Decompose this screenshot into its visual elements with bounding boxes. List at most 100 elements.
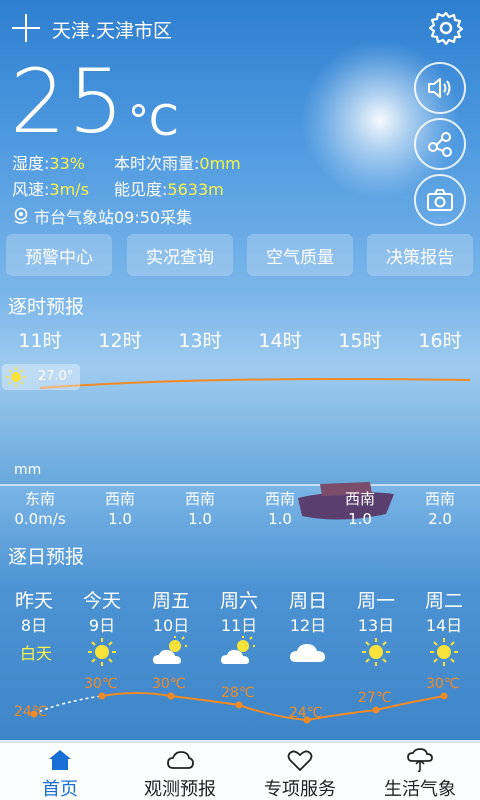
day-name: 昨天 — [14, 590, 53, 612]
wind-speed: 1.0 — [348, 510, 372, 528]
air-quality-button[interactable]: 空气质量 — [247, 234, 353, 276]
decision-report-button[interactable]: 决策报告 — [367, 234, 473, 276]
day-date: 10日 — [152, 616, 190, 635]
speaker-icon — [428, 78, 451, 98]
day-name: 周二 — [424, 590, 463, 612]
day-temp-label: 30℃ — [152, 676, 186, 692]
wind-speed: 2.0 — [428, 510, 452, 528]
wind-speed: 1.0 — [188, 510, 212, 528]
camera-icon — [427, 189, 453, 211]
humidity-label: 湿度: — [12, 154, 50, 173]
add-city-icon[interactable] — [12, 14, 40, 42]
wind-direction: 西南 — [184, 490, 215, 508]
hour-label: 13时 — [178, 330, 222, 352]
weather-icon-slot — [207, 636, 271, 668]
weather-icon-slot — [139, 636, 203, 668]
location-pin-icon — [14, 207, 28, 224]
tab-life-weather[interactable]: 生活气象 — [360, 743, 480, 800]
station-text: 市台气象站09:50采集 — [34, 208, 193, 227]
sun-icon — [6, 367, 26, 387]
day-temp-label: 30℃ — [426, 676, 460, 692]
temperature-unit: °C — [128, 96, 179, 145]
tab-special-service[interactable]: 专项服务 — [240, 743, 360, 800]
wind-speed: 1.0 — [268, 510, 292, 528]
hour-label: 12时 — [98, 330, 142, 352]
wind-speed: 1.0 — [108, 510, 132, 528]
live-query-button[interactable]: 实况查询 — [127, 234, 233, 276]
hour-label: 15时 — [338, 330, 382, 352]
day-date: 13日 — [357, 616, 395, 635]
hour-label: 11时 — [18, 330, 62, 352]
current-temperature: 25 — [10, 50, 126, 153]
precip-unit-label: mm — [14, 462, 42, 478]
temp-point — [372, 706, 380, 714]
wind-direction: 西南 — [264, 490, 295, 508]
umbrella-cloud-icon — [407, 748, 433, 773]
tab-forecast[interactable]: 观测预报 — [120, 743, 240, 800]
cloud-icon — [290, 644, 325, 662]
sun-icon — [362, 638, 390, 666]
voice-button[interactable] — [414, 62, 466, 114]
rain-row: 本时次雨量:0mm — [114, 150, 241, 174]
tab-special-service-label: 专项服务 — [264, 779, 336, 800]
share-icon — [428, 132, 452, 157]
day-name: 今天 — [82, 590, 121, 612]
weather-icon-slot — [276, 636, 340, 668]
day-temp-label: 24℃ — [14, 704, 48, 720]
visibility-label: 能见度: — [114, 180, 168, 199]
horizon-line — [0, 484, 480, 486]
wind-speed: 0.0m/s — [14, 510, 66, 528]
hourly-forecast-title: 逐时预报 — [8, 296, 85, 318]
daily-temperature-chart — [30, 692, 448, 724]
day-date: 8日 — [20, 616, 48, 635]
humidity-row: 湿度:33% — [12, 150, 85, 174]
hourly-temp-badge: 27.0° — [2, 364, 80, 390]
day-temp-label: 30℃ — [84, 676, 118, 692]
day-date: 14日 — [425, 616, 463, 635]
temp-point — [235, 701, 243, 709]
wind-row: 风速:3m/s — [12, 176, 89, 200]
day-name: 周五 — [151, 590, 190, 612]
day-name: 周一 — [356, 590, 395, 612]
tab-home-label: 首页 — [42, 779, 78, 800]
temperature-line — [101, 692, 445, 722]
visibility-row: 能见度:5633m — [114, 176, 224, 200]
warning-center-button[interactable]: 预警中心 — [6, 234, 112, 276]
weather-icon-slot — [412, 636, 476, 668]
day-name: 周日 — [288, 590, 327, 612]
daytime-label: 白天 — [19, 644, 52, 663]
humidity-value: 33% — [49, 154, 85, 173]
wind-direction: 西南 — [424, 490, 455, 508]
city-name[interactable]: 天津.天津市区 — [52, 16, 172, 43]
gear-icon[interactable] — [428, 10, 464, 46]
rain-label: 本时次雨量: — [114, 154, 200, 173]
visibility-value: 5633m — [167, 180, 224, 199]
share-button[interactable] — [414, 118, 466, 170]
rain-value: 0mm — [199, 154, 241, 173]
home-icon — [49, 750, 71, 770]
day-temp-label: 27℃ — [358, 690, 392, 706]
temp-point — [98, 692, 106, 700]
day-name: 周六 — [219, 590, 258, 612]
wind-direction: 东南 — [24, 490, 55, 508]
day-temp-label: 24℃ — [289, 705, 323, 721]
day-date: 9日 — [88, 616, 116, 635]
weather-icon-slot — [70, 636, 134, 668]
hour-label: 16时 — [418, 330, 462, 352]
sun-icon — [88, 638, 116, 666]
hour-label: 14时 — [258, 330, 302, 352]
weather-icon-slot — [344, 636, 408, 668]
cloud-icon — [167, 751, 194, 769]
tab-forecast-label: 观测预报 — [144, 779, 216, 800]
partly-cloudy-icon — [221, 636, 255, 664]
daily-forecast-title: 逐日预报 — [8, 546, 85, 568]
tab-home[interactable]: 首页 — [0, 743, 120, 800]
temp-point — [167, 692, 175, 700]
wind-direction: 西南 — [344, 490, 375, 508]
bottom-tab-bar: 首页 观测预报 专项服务 生活气象 — [0, 742, 480, 800]
station-info: 市台气象站09:50采集 — [12, 204, 192, 228]
screenshot-button[interactable] — [414, 174, 466, 226]
wind-value: 3m/s — [49, 180, 89, 199]
day-date: 11日 — [220, 616, 258, 635]
temp-point — [440, 692, 448, 700]
